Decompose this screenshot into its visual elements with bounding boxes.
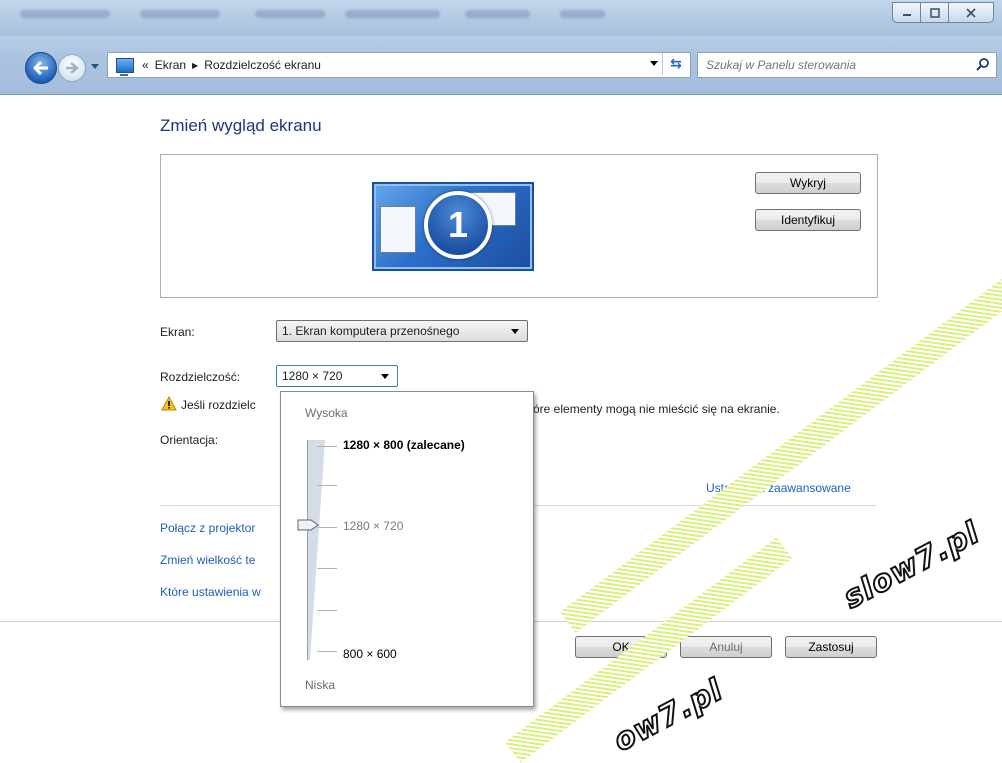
chevron-down-icon — [511, 329, 519, 334]
blurred-menu-item — [140, 10, 220, 18]
which-settings-link[interactable]: Które ustawienia w — [160, 585, 261, 599]
slider-tick — [317, 446, 337, 447]
apply-button[interactable]: Zastosuj — [785, 636, 877, 658]
refresh-button[interactable]: ⇆ — [662, 53, 689, 75]
maximize-button[interactable] — [920, 2, 949, 23]
identify-button[interactable]: Identyfikuj — [755, 209, 861, 231]
watermark-text: ow7.pl — [607, 671, 730, 759]
display-select[interactable]: 1. Ekran komputera przenośnego — [276, 320, 528, 342]
breadcrumb-resolution[interactable]: Rozdzielczość ekranu — [204, 58, 321, 72]
slider-tick — [317, 527, 337, 528]
chevron-down-icon — [91, 64, 99, 69]
minimize-button[interactable] — [892, 2, 921, 23]
minimize-icon — [902, 13, 911, 16]
cancel-button[interactable]: Anuluj — [680, 636, 772, 658]
search-input[interactable] — [704, 53, 968, 77]
search-box[interactable] — [697, 52, 997, 78]
back-button[interactable] — [25, 52, 57, 84]
close-icon — [966, 7, 976, 18]
warning-text-end: óre elementy mogą nie mieścić się na ekr… — [533, 402, 780, 416]
chevron-down-icon — [381, 374, 389, 379]
title-bar — [0, 0, 1002, 36]
resolution-select[interactable]: 1280 × 720 — [276, 365, 398, 387]
blurred-menu-item — [20, 10, 110, 18]
watermark-text: slow7.pl — [837, 514, 987, 617]
warning-text-start: Jeśli rozdzielc — [181, 398, 256, 412]
connect-projector-link[interactable]: Połącz z projektor — [160, 521, 255, 535]
blurred-menu-item — [560, 10, 605, 18]
forward-button[interactable] — [58, 54, 86, 82]
arrow-left-icon — [33, 60, 48, 76]
search-icon[interactable] — [976, 57, 990, 71]
slider-tick — [317, 610, 337, 611]
blurred-menu-item — [345, 10, 440, 18]
monitor-1-preview[interactable]: 1 — [372, 182, 534, 271]
monitor-preview-panel: 1 Wykryj Identyfikuj — [160, 154, 878, 298]
page-title: Zmień wygląd ekranu — [160, 116, 322, 135]
blurred-menu-item — [465, 10, 530, 18]
slider-tick — [317, 651, 337, 652]
resolution-option-current[interactable]: 1280 × 720 — [343, 519, 403, 533]
slider-thumb-icon[interactable] — [297, 519, 319, 531]
low-label: Niska — [305, 678, 336, 692]
recent-pages-button[interactable] — [90, 60, 100, 70]
address-bar[interactable]: « Ekran ▶ Rozdzielczość ekranu — [107, 52, 691, 78]
orientation-label: Orientacja: — [160, 433, 219, 447]
resolution-select-value: 1280 × 720 — [282, 369, 343, 383]
display-select-value: 1. Ekran komputera przenośnego — [282, 324, 460, 338]
resolution-label: Rozdzielczość: — [160, 370, 241, 384]
breadcrumb-ekran[interactable]: Ekran — [155, 58, 186, 72]
arrow-right-icon — [66, 62, 79, 74]
high-label: Wysoka — [305, 406, 348, 420]
display-label: Ekran: — [160, 325, 195, 339]
resolution-option-recommended[interactable]: 1280 × 800 (zalecane) — [343, 438, 465, 452]
breadcrumb-overflow[interactable]: « — [142, 58, 149, 72]
maximize-icon — [929, 7, 940, 18]
monitor-number-badge: 1 — [424, 191, 492, 259]
breadcrumb-chevron-icon[interactable]: ▶ — [192, 61, 198, 70]
slider-tick — [317, 568, 337, 569]
resolution-option-lowest[interactable]: 800 × 600 — [343, 647, 397, 661]
text-size-link[interactable]: Zmień wielkość te — [160, 553, 255, 567]
mini-window-icon — [380, 206, 416, 253]
close-button[interactable] — [948, 2, 994, 23]
slider-tick — [317, 485, 337, 486]
resolution-dropdown-popup: Wysoka 1280 × 800 (zalecane) 1280 × 720 … — [280, 391, 534, 707]
warning-icon — [161, 396, 177, 411]
detect-button[interactable]: Wykryj — [755, 172, 861, 194]
window-controls — [892, 2, 994, 23]
control-panel-icon — [116, 57, 134, 76]
blurred-menu-item — [255, 10, 325, 18]
refresh-icon: ⇆ — [670, 56, 682, 72]
address-dropdown-icon[interactable] — [650, 61, 658, 66]
resolution-slider-track[interactable] — [307, 440, 325, 660]
